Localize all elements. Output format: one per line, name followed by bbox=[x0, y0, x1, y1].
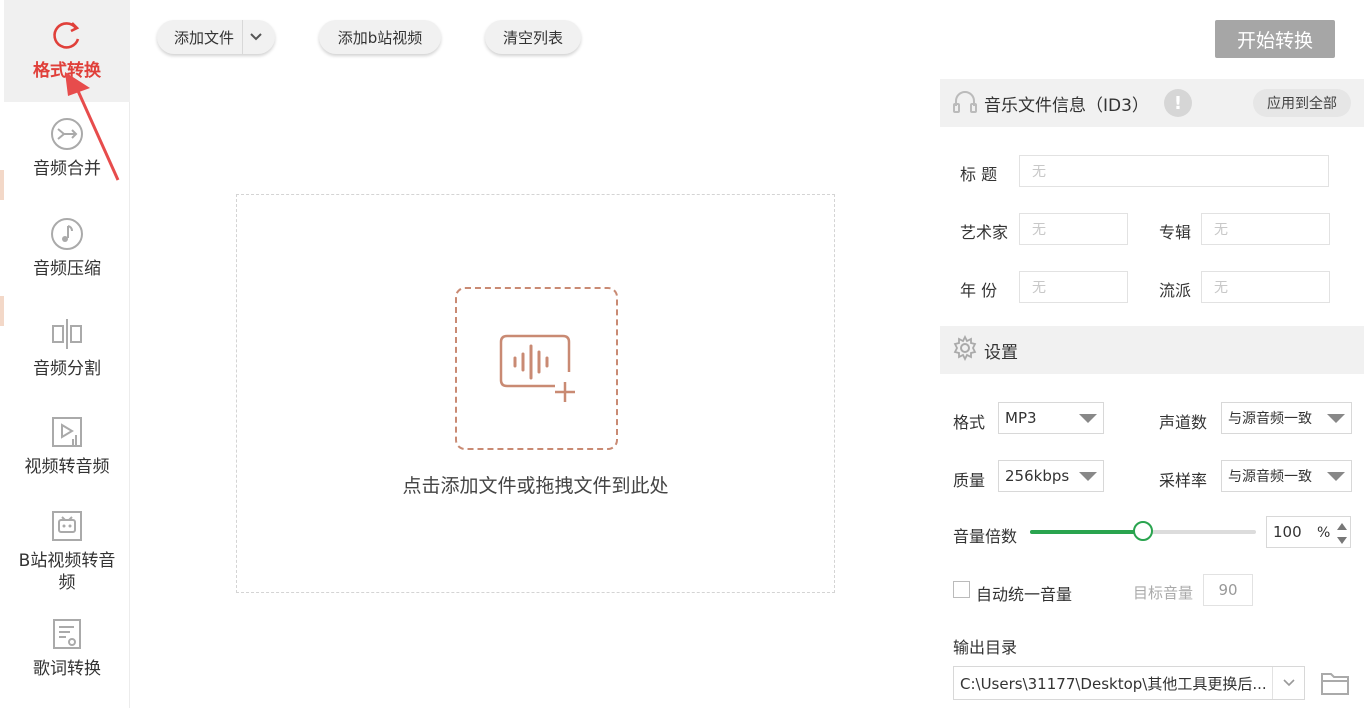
sidebar-item-bilibili-to-audio[interactable]: B站视频转音频 bbox=[4, 508, 130, 608]
dropdown-arrow-icon bbox=[1327, 472, 1345, 481]
format-label: 格式 bbox=[953, 413, 986, 432]
split-icon bbox=[49, 316, 85, 352]
add-file-label: 添加文件 bbox=[174, 28, 235, 47]
volume-input[interactable]: 100 % bbox=[1266, 516, 1351, 548]
gear-icon bbox=[952, 334, 978, 365]
app-window: 格式转换 音频合并 音频压缩 音频分割 视频转音频 B站视频转音频 歌词转换 添… bbox=[0, 0, 1364, 708]
output-path-select[interactable]: C:\Users\31177\Desktop\其他工具更换后... bbox=[953, 666, 1305, 700]
audio-add-icon bbox=[455, 287, 618, 450]
genre-label: 流派 bbox=[1159, 281, 1192, 300]
target-volume-input[interactable]: 90 bbox=[1203, 574, 1253, 606]
dropdown-arrow-icon bbox=[1327, 414, 1345, 423]
title-label: 标 题 bbox=[960, 165, 998, 184]
start-convert-button[interactable]: 开始转换 bbox=[1215, 20, 1335, 58]
year-label: 年 份 bbox=[960, 281, 998, 300]
quality-value: 256kbps bbox=[1005, 467, 1070, 485]
chevron-down-icon[interactable] bbox=[1272, 667, 1304, 699]
quality-label: 质量 bbox=[953, 471, 986, 490]
channels-label: 声道数 bbox=[1159, 413, 1208, 432]
lyrics-icon bbox=[49, 616, 85, 652]
sidebar: 格式转换 音频合并 音频压缩 音频分割 视频转音频 B站视频转音频 歌词转换 bbox=[4, 0, 130, 708]
album-field[interactable]: 无 bbox=[1201, 213, 1330, 245]
output-path-value: C:\Users\31177\Desktop\其他工具更换后... bbox=[960, 674, 1267, 693]
folder-icon[interactable] bbox=[1320, 670, 1350, 696]
format-value: MP3 bbox=[1005, 409, 1037, 427]
headphones-icon bbox=[952, 88, 978, 118]
auto-volume-label: 自动统一音量 bbox=[976, 585, 1073, 604]
id3-panel-title: 音乐文件信息（ID3） bbox=[984, 95, 1149, 116]
add-bilibili-button[interactable]: 添加b站视频 bbox=[319, 20, 441, 54]
sidebar-item-video-to-audio[interactable]: 视频转音频 bbox=[4, 414, 130, 500]
sidebar-item-format-convert[interactable]: 格式转换 bbox=[4, 0, 130, 102]
auto-volume-checkbox[interactable] bbox=[953, 581, 970, 598]
samplerate-label: 采样率 bbox=[1159, 471, 1208, 490]
sidebar-item-lyrics-convert[interactable]: 歌词转换 bbox=[4, 616, 130, 702]
spin-down-icon[interactable] bbox=[1335, 533, 1349, 547]
chevron-down-icon[interactable] bbox=[242, 20, 268, 54]
merge-icon bbox=[49, 116, 85, 152]
artist-field[interactable]: 无 bbox=[1019, 213, 1128, 245]
samplerate-value: 与源音频一致 bbox=[1228, 469, 1312, 485]
settings-panel-title: 设置 bbox=[984, 342, 1018, 363]
drop-hint-text: 点击添加文件或拖拽文件到此处 bbox=[402, 475, 669, 497]
year-field[interactable]: 无 bbox=[1019, 271, 1128, 303]
album-label: 专辑 bbox=[1159, 223, 1192, 242]
target-volume-label: 目标音量 bbox=[1133, 584, 1194, 602]
clear-list-button[interactable]: 清空列表 bbox=[485, 20, 581, 54]
sidebar-item-label: 音频合并 bbox=[33, 159, 101, 179]
sidebar-item-label: 视频转音频 bbox=[24, 457, 110, 477]
samplerate-select[interactable]: 与源音频一致 bbox=[1221, 460, 1352, 492]
volume-label: 音量倍数 bbox=[953, 527, 1018, 546]
title-field[interactable]: 无 bbox=[1019, 155, 1329, 187]
file-drop-zone[interactable]: 点击添加文件或拖拽文件到此处 bbox=[236, 194, 835, 593]
spin-up-icon[interactable] bbox=[1335, 519, 1349, 533]
sidebar-item-label: 格式转换 bbox=[33, 61, 101, 81]
volume-slider-fill bbox=[1030, 530, 1143, 534]
output-dir-label: 输出目录 bbox=[953, 638, 1018, 657]
volume-slider-handle[interactable] bbox=[1133, 521, 1153, 541]
refresh-circle-icon bbox=[49, 18, 85, 54]
sidebar-item-label: 音频压缩 bbox=[33, 259, 101, 279]
settings-panel-header: 设置 bbox=[940, 326, 1364, 374]
music-note-icon bbox=[49, 216, 85, 252]
dropdown-arrow-icon bbox=[1079, 414, 1097, 423]
sidebar-item-label: 音频分割 bbox=[33, 359, 101, 379]
sidebar-item-audio-split[interactable]: 音频分割 bbox=[4, 316, 130, 402]
genre-field[interactable]: 无 bbox=[1201, 271, 1330, 303]
add-file-button[interactable]: 添加文件 bbox=[157, 20, 275, 54]
channels-value: 与源音频一致 bbox=[1228, 411, 1312, 427]
apply-all-button[interactable]: 应用到全部 bbox=[1253, 89, 1351, 117]
volume-unit: % bbox=[1317, 525, 1331, 541]
sidebar-item-label: B站视频转音频 bbox=[18, 551, 116, 593]
sidebar-item-audio-merge[interactable]: 音频合并 bbox=[4, 116, 130, 202]
info-icon[interactable]: ! bbox=[1164, 89, 1192, 117]
video-to-audio-icon bbox=[49, 414, 85, 450]
quality-select[interactable]: 256kbps bbox=[998, 460, 1104, 492]
channels-select[interactable]: 与源音频一致 bbox=[1221, 402, 1352, 434]
volume-value: 100 bbox=[1273, 523, 1302, 541]
sidebar-item-label: 歌词转换 bbox=[33, 659, 101, 679]
sidebar-item-audio-compress[interactable]: 音频压缩 bbox=[4, 216, 130, 302]
artist-label: 艺术家 bbox=[960, 223, 1009, 242]
bilibili-tv-icon bbox=[49, 508, 85, 544]
volume-slider[interactable] bbox=[1030, 521, 1256, 541]
format-select[interactable]: MP3 bbox=[998, 402, 1104, 434]
dropdown-arrow-icon bbox=[1079, 472, 1097, 481]
